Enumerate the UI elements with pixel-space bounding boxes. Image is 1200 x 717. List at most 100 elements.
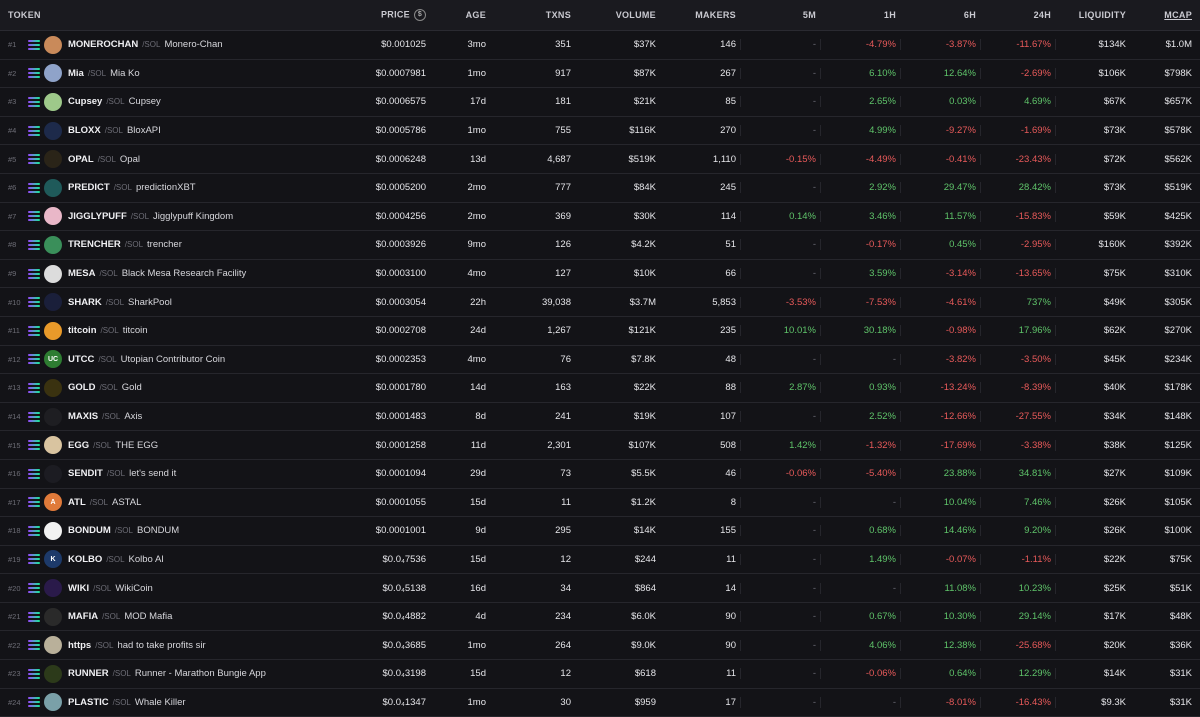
col-header-token[interactable]: TOKEN (0, 10, 320, 20)
txns-cell: 2,301 (547, 439, 571, 451)
table-row[interactable]: #10 SHARK/SOL SharkPool $0.0003054 22h 39,038… (0, 288, 1200, 317)
liquidity-cell: $72K (1055, 153, 1130, 165)
col-header-24h[interactable]: 24H (980, 10, 1055, 20)
token-name: THE EGG (115, 439, 159, 451)
col-header-age[interactable]: AGE (430, 10, 490, 20)
token-name: Jigglypuff Kingdom (153, 210, 234, 222)
col-header-5m[interactable]: 5M (740, 10, 820, 20)
col-header-makers[interactable]: MAKERS (660, 10, 740, 20)
token-cell[interactable]: #2 Mia/SOL Mia Ko (0, 64, 320, 83)
token-cell[interactable]: #19 K KOLBO/SOL Kolbo AI (0, 550, 320, 569)
change-24h-cell: -15.83% (980, 210, 1055, 222)
table-row[interactable]: #6 PREDICT/SOL predictionXBT $0.0005200 2mo 7… (0, 174, 1200, 203)
table-row[interactable]: #17 A ATL/SOL ASTAL $0.0001055 15d 11 $1.2K 8- -1… (0, 489, 1200, 518)
table-row[interactable]: #22 https/SOL had to take profits sir $0.0₄… (0, 631, 1200, 661)
token-name: Axis (124, 411, 143, 423)
token-cell[interactable]: #13 GOLD/SOL Gold (0, 378, 320, 397)
token-cell[interactable]: #6 PREDICT/SOL predictionXBT (0, 178, 320, 197)
solana-chain-icon (28, 583, 40, 594)
price-cell: $0.0005786 (375, 125, 426, 137)
change-1h-cell: 0.68% (820, 525, 900, 537)
rank-label: #18 (8, 526, 21, 536)
col-header-6h[interactable]: 6H (900, 10, 980, 20)
currency-toggle-icon[interactable]: $ (414, 9, 426, 21)
token-cell[interactable]: #1 MONEROCHAN/SOL Monero-Chan (0, 35, 320, 54)
token-cell[interactable]: #21 MAFIA/SOL MOD Mafia (0, 607, 320, 626)
token-cell[interactable]: #5 OPAL/SOL Opal (0, 150, 320, 169)
table-row[interactable]: #11 titcoin/SOL titcoin $0.0002708 24d 1,267 $… (0, 317, 1200, 346)
txns-cell: 264 (555, 639, 571, 651)
mcap-cell: $51K (1169, 582, 1192, 594)
table-row[interactable]: #24 PLASTIC/SOL Whale Killer $0.0₄1347 1mo 30… (0, 689, 1200, 717)
table-row[interactable]: #7 JIGGLYPUFF/SOL Jigglypuff Kingdom $0.000… (0, 203, 1200, 232)
table-row[interactable]: #15 EGG/SOL THE EGG $0.0001258 11d 2,301 $107K… (0, 431, 1200, 460)
liquidity-cell: $26K (1055, 525, 1130, 537)
token-symbol: SHARK (68, 296, 102, 308)
table-row[interactable]: #4 BLOXX/SOL BloxAPI $0.0005786 1mo 755 $116K 2… (0, 117, 1200, 146)
table-row[interactable]: #18 BONDUM/SOL BONDUM $0.0001001 9d 295 $14K 15… (0, 517, 1200, 546)
token-cell[interactable]: #16 SENDIT/SOL let's send it (0, 464, 320, 483)
table-row[interactable]: #19 K KOLBO/SOL Kolbo AI $0.0₄7536 15d 12 $244 1… (0, 546, 1200, 575)
table-row[interactable]: #9 MESA/SOL Black Mesa Research Facility $0… (0, 260, 1200, 289)
solana-chain-icon (28, 354, 40, 365)
change-1h-cell: -0.06% (820, 668, 900, 680)
token-avatar-icon (44, 178, 62, 197)
token-cell[interactable]: #9 MESA/SOL Black Mesa Research Facility (0, 264, 320, 283)
price-cell: $0.0003926 (375, 239, 426, 251)
table-row[interactable]: #21 MAFIA/SOL MOD Mafia $0.0₄4882 4d 234 $6.0K… (0, 603, 1200, 632)
col-header-price[interactable]: PRICE $ (320, 9, 430, 21)
token-avatar-icon (44, 579, 62, 598)
table-row[interactable]: #13 GOLD/SOL Gold $0.0001780 14d 163 $22K 88 2.8… (0, 374, 1200, 403)
table-row[interactable]: #14 MAXIS/SOL Axis $0.0001483 8d 241 $19K 107-2… (0, 403, 1200, 432)
col-header-1h[interactable]: 1H (820, 10, 900, 20)
token-cell[interactable]: #22 https/SOL had to take profits sir (0, 636, 320, 655)
age-cell: 2mo (467, 210, 486, 222)
table-row[interactable]: #1 MONEROCHAN/SOL Monero-Chan $0.001025 3mo 3… (0, 31, 1200, 60)
change-5m-cell: - (740, 696, 820, 708)
liquidity-cell: $25K (1055, 582, 1130, 594)
chain-label: /SOL (104, 126, 123, 136)
table-row[interactable]: #16 SENDIT/SOL let's send it $0.0001094 29d 7… (0, 460, 1200, 489)
change-5m-cell: -3.53% (740, 296, 820, 308)
table-row[interactable]: #12 UC UTCC/SOL Utopian Contributor Coin $0.… (0, 346, 1200, 375)
token-cell[interactable]: #7 JIGGLYPUFF/SOL Jigglypuff Kingdom (0, 207, 320, 226)
chain-label: /SOL (114, 526, 133, 536)
token-cell[interactable]: #15 EGG/SOL THE EGG (0, 436, 320, 455)
rank-label: #14 (8, 412, 21, 422)
token-cell[interactable]: #3 Cupsey/SOL Cupsey (0, 92, 320, 111)
token-cell[interactable]: #10 SHARK/SOL SharkPool (0, 293, 320, 312)
token-cell[interactable]: #11 titcoin/SOL titcoin (0, 321, 320, 340)
token-cell[interactable]: #24 PLASTIC/SOL Whale Killer (0, 693, 320, 712)
token-cell[interactable]: #12 UC UTCC/SOL Utopian Contributor Coin (0, 350, 320, 369)
mcap-cell: $310K (1164, 268, 1192, 280)
table-row[interactable]: #20 WIKI/SOL WikiCoin $0.0₄5138 16d 34 $864 14-… (0, 574, 1200, 603)
token-cell[interactable]: #17 A ATL/SOL ASTAL (0, 493, 320, 512)
table-row[interactable]: #8 TRENCHER/SOL trencher $0.0003926 9mo 126 $4… (0, 231, 1200, 260)
table-row[interactable]: #23 RUNNER/SOL Runner - Marathon Bungie Ap… (0, 660, 1200, 689)
token-cell[interactable]: #18 BONDUM/SOL BONDUM (0, 521, 320, 540)
token-symbol: titcoin (68, 325, 97, 337)
token-cell[interactable]: #14 MAXIS/SOL Axis (0, 407, 320, 426)
token-symbol: BONDUM (68, 525, 111, 537)
solana-chain-icon (28, 411, 40, 422)
table-row[interactable]: #5 OPAL/SOL Opal $0.0006248 13d 4,687 $519K 1,1… (0, 145, 1200, 174)
rank-label: #12 (8, 354, 21, 364)
col-header-mcap[interactable]: MCAP (1130, 10, 1200, 20)
age-cell: 15d (470, 668, 486, 680)
age-cell: 9d (475, 525, 486, 537)
table-row[interactable]: #2 Mia/SOL Mia Ko $0.0007981 1mo 917 $87K 267-6… (0, 60, 1200, 89)
col-header-volume[interactable]: VOLUME (575, 10, 660, 20)
solana-chain-icon (28, 68, 40, 79)
token-cell[interactable]: #23 RUNNER/SOL Runner - Marathon Bungie Ap… (0, 664, 320, 683)
token-cell[interactable]: #4 BLOXX/SOL BloxAPI (0, 121, 320, 140)
rank-label: #8 (8, 240, 17, 250)
token-cell[interactable]: #8 TRENCHER/SOL trencher (0, 235, 320, 254)
token-symbol: PREDICT (68, 182, 110, 194)
token-cell[interactable]: #20 WIKI/SOL WikiCoin (0, 579, 320, 598)
mcap-cell: $31K (1169, 696, 1192, 708)
col-header-txns[interactable]: TXNS (490, 10, 575, 20)
col-header-liquidity[interactable]: LIQUIDITY (1055, 10, 1130, 20)
table-row[interactable]: #3 Cupsey/SOL Cupsey $0.0006575 17d 181 $21K 85… (0, 88, 1200, 117)
chain-label: /SOL (106, 469, 126, 479)
change-24h-cell: 12.29% (980, 668, 1055, 680)
